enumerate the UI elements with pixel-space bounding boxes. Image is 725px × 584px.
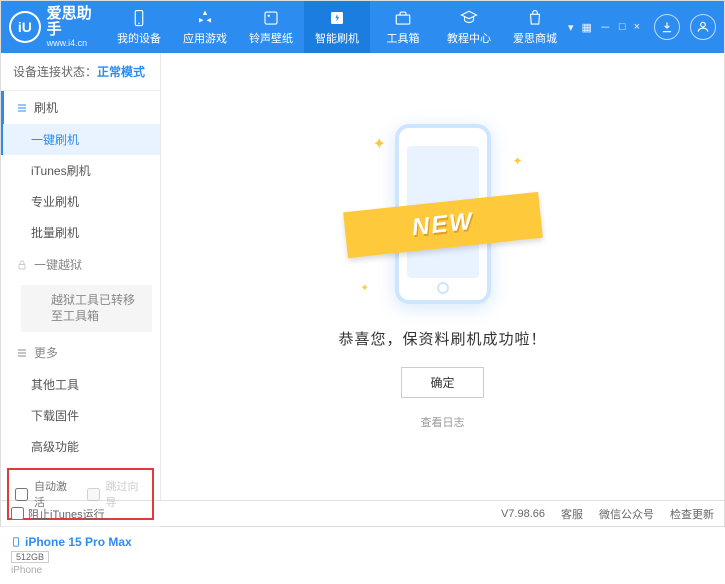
device-info: iPhone 15 Pro Max 512GB iPhone bbox=[1, 526, 160, 584]
view-log-link[interactable]: 查看日志 bbox=[421, 414, 465, 430]
tutorial-icon bbox=[460, 9, 478, 27]
connection-status: 设备连接状态：正常模式 bbox=[1, 53, 160, 91]
app-name: 爱思助手 bbox=[47, 6, 106, 39]
success-message: 恭喜您，保资料刷机成功啦！ bbox=[338, 328, 546, 349]
app-logo: iU 爱思助手 www.i4.cn bbox=[9, 6, 106, 49]
version-label: V7.98.66 bbox=[501, 508, 545, 520]
skin-icon[interactable]: ▦ bbox=[582, 21, 592, 34]
nav-tutorials[interactable]: 教程中心 bbox=[436, 1, 502, 53]
device-type: iPhone bbox=[11, 565, 150, 576]
status-check-update[interactable]: 检查更新 bbox=[670, 506, 714, 522]
skip-setup-checkbox[interactable] bbox=[87, 488, 100, 501]
sparkle-icon: ✦ bbox=[512, 154, 522, 168]
main-content: ✦ ✦ ✦ NEW 恭喜您，保资料刷机成功啦！ 确定 查看日志 bbox=[161, 53, 724, 500]
sparkle-icon: ✦ bbox=[373, 134, 386, 154]
sidebar-item-download-fw[interactable]: 下载固件 bbox=[1, 400, 160, 431]
nav-ringtone[interactable]: 铃声壁纸 bbox=[238, 1, 304, 53]
top-nav: 我的设备 应用游戏 铃声壁纸 智能刷机 工具箱 教程中心 爱思商城 bbox=[106, 1, 568, 53]
sidebar-item-itunes-flash[interactable]: iTunes刷机 bbox=[1, 155, 160, 186]
sidebar-item-advanced[interactable]: 高级功能 bbox=[1, 431, 160, 462]
sidebar-section-more[interactable]: 更多 bbox=[1, 336, 160, 369]
status-wechat[interactable]: 微信公众号 bbox=[599, 506, 654, 522]
sidebar-section-flash[interactable]: 刷机 bbox=[1, 91, 160, 124]
flash-icon bbox=[328, 9, 346, 27]
window-controls: ▾ ▦ － □ × bbox=[568, 19, 640, 35]
nav-store[interactable]: 爱思商城 bbox=[502, 1, 568, 53]
phone-icon bbox=[11, 535, 21, 549]
ok-button[interactable]: 确定 bbox=[401, 367, 483, 398]
menu-icon[interactable]: ▾ bbox=[568, 21, 574, 34]
apps-icon bbox=[196, 9, 214, 27]
sidebar-item-onekey-flash[interactable]: 一键刷机 bbox=[1, 124, 160, 155]
auto-activate-checkbox[interactable] bbox=[15, 488, 28, 501]
maximize-icon[interactable]: □ bbox=[619, 21, 626, 33]
sidebar-jailbreak-note: 越狱工具已转移至工具箱 bbox=[21, 285, 152, 332]
new-ribbon: NEW bbox=[343, 191, 543, 257]
toolbox-icon bbox=[394, 9, 412, 27]
store-icon bbox=[526, 9, 544, 27]
list-icon bbox=[16, 102, 28, 114]
sparkle-icon: ✦ bbox=[361, 283, 369, 294]
sidebar-item-pro-flash[interactable]: 专业刷机 bbox=[1, 186, 160, 217]
wallpaper-icon bbox=[262, 9, 280, 27]
block-itunes-option[interactable]: 阻止iTunes运行 bbox=[11, 506, 105, 522]
minimize-icon[interactable]: － bbox=[600, 19, 611, 35]
titlebar: iU 爱思助手 www.i4.cn 我的设备 应用游戏 铃声壁纸 智能刷机 工具… bbox=[1, 1, 724, 53]
success-illustration: ✦ ✦ ✦ NEW bbox=[353, 124, 533, 314]
nav-apps[interactable]: 应用游戏 bbox=[172, 1, 238, 53]
block-itunes-checkbox[interactable] bbox=[11, 507, 24, 520]
download-button[interactable] bbox=[654, 14, 680, 40]
status-customer-service[interactable]: 客服 bbox=[561, 506, 583, 522]
sidebar-item-batch-flash[interactable]: 批量刷机 bbox=[1, 217, 160, 248]
device-storage: 512GB bbox=[11, 551, 49, 563]
nav-flash[interactable]: 智能刷机 bbox=[304, 1, 370, 53]
nav-toolbox[interactable]: 工具箱 bbox=[370, 1, 436, 53]
titlebar-right: ▾ ▦ － □ × bbox=[568, 14, 716, 40]
sidebar-item-other-tools[interactable]: 其他工具 bbox=[1, 369, 160, 400]
app-url: www.i4.cn bbox=[47, 39, 106, 49]
nav-my-device[interactable]: 我的设备 bbox=[106, 1, 172, 53]
sidebar-section-jailbreak: 一键越狱 bbox=[1, 248, 160, 281]
list-icon bbox=[16, 347, 28, 359]
logo-icon: iU bbox=[9, 11, 41, 43]
user-button[interactable] bbox=[690, 14, 716, 40]
phone-icon bbox=[130, 9, 148, 27]
sidebar: 设备连接状态：正常模式 刷机 一键刷机 iTunes刷机 专业刷机 批量刷机 一… bbox=[1, 53, 161, 500]
close-icon[interactable]: × bbox=[634, 21, 640, 33]
device-name[interactable]: iPhone 15 Pro Max bbox=[11, 535, 150, 549]
lock-icon bbox=[16, 259, 28, 271]
